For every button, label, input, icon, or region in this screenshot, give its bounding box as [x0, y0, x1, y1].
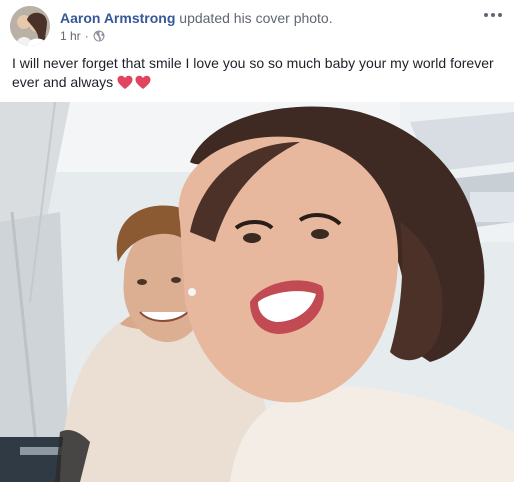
cover-photo-image — [0, 102, 514, 482]
post-timestamp[interactable]: 1 hr — [60, 28, 81, 44]
post-message-text: I will never forget that smile I love yo… — [12, 55, 494, 90]
heart-icon — [117, 75, 133, 90]
heart-icon — [135, 75, 151, 90]
post-header: Aaron Armstrong updated his cover photo.… — [10, 6, 504, 46]
feed-post: Aaron Armstrong updated his cover photo.… — [0, 0, 514, 482]
avatar-image — [10, 6, 50, 46]
author-avatar[interactable] — [10, 6, 50, 46]
post-action-text: updated his cover photo. — [179, 10, 333, 26]
emoji-group — [117, 75, 151, 90]
more-options-icon[interactable] — [482, 8, 504, 22]
author-name-link[interactable]: Aaron Armstrong — [60, 10, 175, 26]
globe-icon[interactable] — [93, 30, 105, 42]
post-message: I will never forget that smile I love yo… — [12, 54, 502, 92]
author-line: Aaron Armstrong updated his cover photo. — [60, 9, 333, 27]
cover-photo[interactable] — [0, 102, 514, 482]
meta-separator: · — [84, 29, 89, 43]
post-meta: 1 hr · — [60, 28, 105, 44]
